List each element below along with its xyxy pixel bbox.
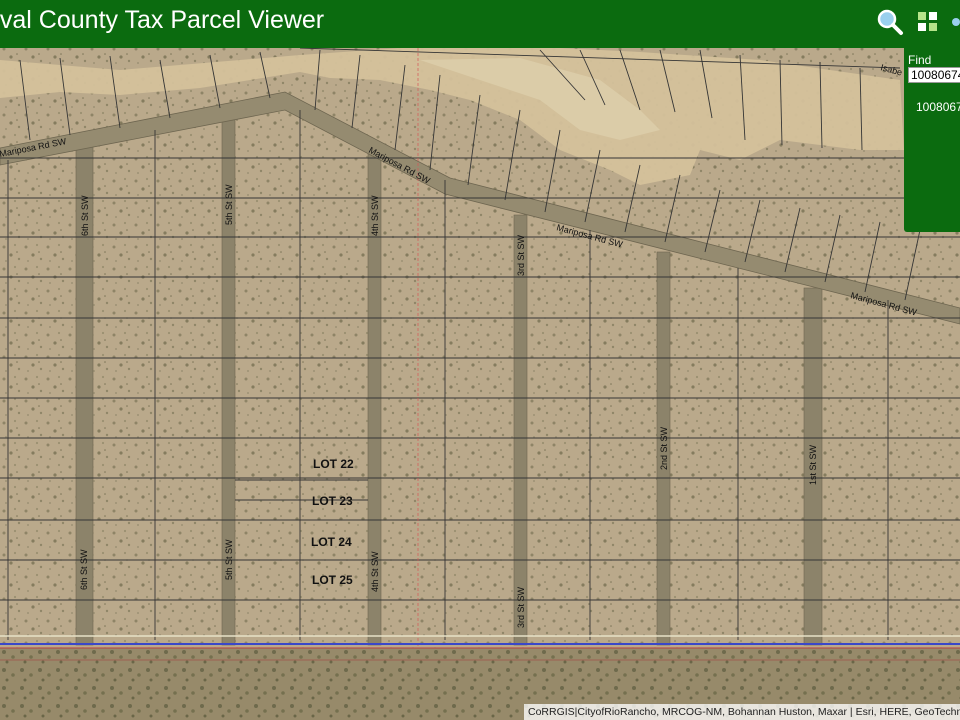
app-title: oval County Tax Parcel Viewer	[0, 6, 325, 34]
street-label-4th-top: 4th St SW	[370, 195, 380, 236]
street-label-6th-bottom: 6th St SW	[79, 549, 89, 590]
find-panel: Find 1008067	[904, 48, 960, 232]
street-3rd	[513, 214, 528, 646]
street-label-1st: 1st St SW	[808, 444, 818, 485]
find-result-item[interactable]: 1008067	[916, 100, 960, 114]
lot-label: LOT 22	[313, 457, 354, 471]
street-label-5th-bottom: 5th St SW	[224, 539, 234, 580]
street-label-4th-bottom: 4th St SW	[370, 551, 380, 592]
lot-label: LOT 23	[312, 494, 353, 508]
dot-icon[interactable]	[946, 6, 960, 38]
street-label-3rd-top: 3rd St SW	[516, 234, 526, 276]
app-header: oval County Tax Parcel Viewer	[0, 0, 960, 48]
find-label: Find	[908, 53, 932, 67]
map-view[interactable]: Mariposa Rd SW Mariposa Rd SW Mariposa R…	[0, 48, 960, 720]
street-label-6th-top: 6th St SW	[80, 195, 90, 236]
grid-icon[interactable]	[912, 6, 944, 38]
lot-label: LOT 25	[312, 573, 353, 587]
search-icon[interactable]	[874, 6, 906, 38]
find-input[interactable]	[908, 67, 960, 83]
street-label-5th-top: 5th St SW	[224, 184, 234, 225]
street-label-3rd-bottom: 3rd St SW	[516, 586, 526, 628]
map-attribution: CoRRGIS|CityofRioRancho, MRCOG-NM, Bohan…	[524, 704, 960, 720]
lot-label: LOT 24	[311, 535, 352, 549]
street-label-2nd: 2nd St SW	[659, 426, 669, 470]
